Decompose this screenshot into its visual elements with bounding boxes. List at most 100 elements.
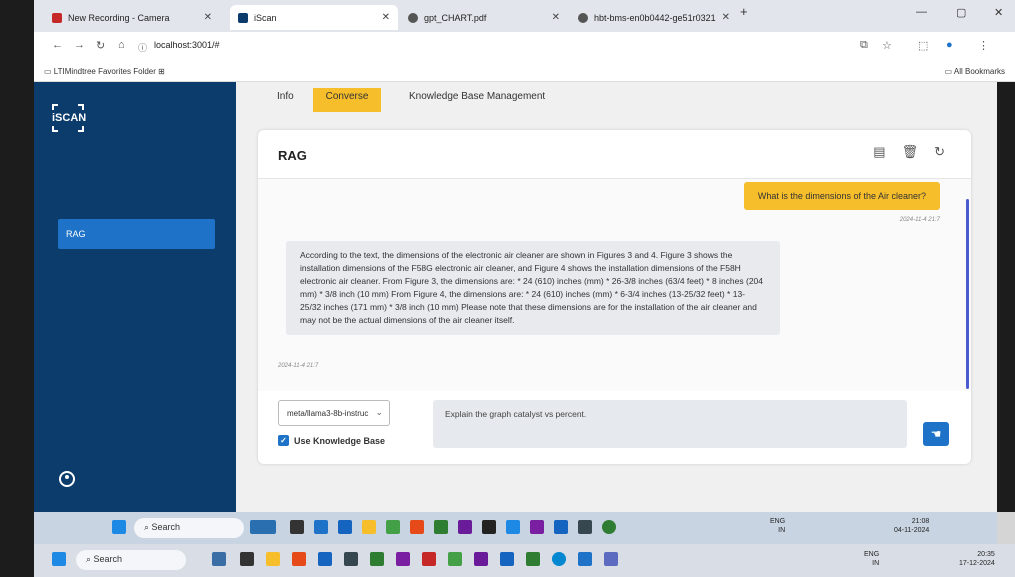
app-icon[interactable] (422, 552, 436, 566)
maximize-icon[interactable]: ▢ (956, 6, 966, 19)
tab-gpt-chart[interactable]: gpt_CHART.pdf ✕ (400, 5, 568, 30)
windows-start-icon[interactable] (112, 520, 126, 534)
tray-lang[interactable]: ENG IN (770, 517, 785, 535)
excel-icon[interactable] (526, 552, 540, 566)
tab-label: hbt-bms-en0b0442-ge51r0321 (594, 12, 716, 23)
taskbar-search[interactable]: ⌕ Search (134, 518, 244, 538)
tab-recording[interactable]: New Recording - Camera ✕ (44, 5, 220, 30)
clock-date: 17-12-2024 (959, 560, 995, 567)
region-label: IN (778, 527, 786, 534)
all-bookmarks[interactable]: ▭ All Bookmarks (945, 67, 1005, 76)
app-icon[interactable] (314, 520, 328, 534)
assistant-message: According to the text, the dimensions of… (286, 241, 780, 335)
close-icon[interactable]: ✕ (376, 12, 390, 23)
profile-icon[interactable]: ● (946, 39, 953, 51)
refresh-icon[interactable]: ↻ (934, 144, 945, 160)
main-content: Info Converse Knowledge Base Management … (236, 82, 997, 512)
folder-icon[interactable] (362, 520, 376, 534)
teams-icon[interactable] (396, 552, 410, 566)
app-icon[interactable] (318, 552, 332, 566)
trash-icon[interactable]: 🗑 (902, 144, 919, 160)
lang-label: ENG (770, 518, 786, 525)
tray-lang[interactable]: ENG IN (864, 550, 879, 568)
app-icon[interactable] (434, 520, 448, 534)
vscode-icon[interactable] (500, 552, 514, 566)
message-timestamp: 2024-11-4 21:7 (899, 217, 940, 223)
window-close-icon[interactable]: ✕ (994, 6, 1003, 19)
chrome-icon[interactable] (292, 552, 306, 566)
forward-icon[interactable]: → (74, 39, 85, 51)
message-input[interactable]: Explain the graph catalyst vs percent. (433, 400, 907, 448)
checkbox-label: Use Knowledge Base (294, 435, 386, 446)
app-icon[interactable] (448, 552, 462, 566)
app-icon[interactable] (474, 552, 488, 566)
address-bar: ← → ↻ ⌂ ⓘ localhost:3001/# ⧉ ☆ ⬚ ● ⋮ (34, 32, 1015, 60)
tab-converse[interactable]: Converse (313, 88, 381, 112)
vscode-icon[interactable] (554, 520, 568, 534)
url-field[interactable]: localhost:3001/# (154, 40, 220, 50)
app-icon[interactable] (344, 552, 358, 566)
app-icon[interactable] (604, 552, 618, 566)
app-icon[interactable] (338, 520, 352, 534)
tab-label: New Recording - Camera (68, 12, 170, 23)
checkbox-checked-icon[interactable]: ✓ (278, 435, 289, 446)
app-icon[interactable] (290, 520, 304, 534)
clock-time: 21:08 (911, 518, 930, 525)
tab-info[interactable]: Info (271, 88, 300, 112)
bookmarks-bar: ▭ LTIMindtree Favorites Folder ⊞ ▭ All B… (34, 60, 1015, 82)
hand-pointer-icon: ☚ (930, 427, 942, 441)
app-icon[interactable] (386, 520, 400, 534)
menu-icon[interactable]: ⋮ (978, 39, 989, 52)
folder-icon[interactable] (266, 552, 280, 566)
left-edge (0, 0, 34, 577)
windows-start-icon[interactable] (52, 552, 66, 566)
reload-icon[interactable]: ↻ (96, 39, 105, 52)
bookmark-folder[interactable]: ▭ LTIMindtree Favorites Folder ⊞ (44, 67, 165, 76)
home-icon[interactable]: ⌂ (118, 39, 125, 51)
app-icon[interactable] (578, 520, 592, 534)
screen: New Recording - Camera ✕ iScan ✕ gpt_CHA… (0, 0, 1015, 577)
chrome-icon[interactable] (410, 520, 424, 534)
info-icon[interactable]: ⓘ (138, 41, 147, 54)
edge-icon[interactable] (552, 552, 566, 566)
user-avatar-icon[interactable] (59, 471, 75, 487)
taskbar-search[interactable]: ⌕ Search (76, 550, 186, 570)
close-icon[interactable]: ✕ (198, 12, 212, 23)
tray-clock[interactable]: 21:08 04-11-2024 (894, 517, 929, 535)
use-kb-checkbox[interactable]: ✓ Use Knowledge Base (278, 435, 385, 446)
close-icon[interactable]: ✕ (546, 12, 560, 23)
chevron-down-icon: ⌄ (375, 407, 383, 417)
app-icon[interactable] (506, 520, 520, 534)
tray-clock[interactable]: 20:35 17-12-2024 (959, 550, 995, 568)
app-icon[interactable] (370, 552, 384, 566)
app-icon[interactable] (602, 520, 616, 534)
document-icon[interactable]: ▤ (873, 144, 885, 160)
chat-messages: What is the dimensions of the Air cleane… (258, 179, 971, 391)
close-icon[interactable]: ✕ (716, 12, 730, 23)
model-select[interactable]: meta/llama3-8b-instruc ⌄ (278, 400, 390, 426)
star-icon[interactable]: ☆ (882, 39, 892, 52)
send-button[interactable]: ☚ (923, 422, 949, 446)
tab-knowledge-base[interactable]: Knowledge Base Management (403, 88, 551, 112)
chat-scrollbar[interactable] (966, 199, 969, 389)
app-icon[interactable] (240, 552, 254, 566)
app-icon[interactable] (250, 520, 276, 534)
app-icon[interactable] (212, 552, 226, 566)
tab-hbt[interactable]: hbt-bms-en0b0442-ge51r0321 ✕ (570, 5, 734, 30)
sidebar-item-rag[interactable]: RAG (58, 219, 215, 249)
extensions-icon[interactable]: ⬚ (918, 39, 928, 52)
camera-icon (52, 12, 62, 23)
install-icon[interactable]: ⧉ (860, 39, 868, 52)
globe-icon (408, 12, 418, 23)
app-icon[interactable] (458, 520, 472, 534)
back-icon[interactable]: ← (52, 39, 63, 51)
app-icon[interactable] (578, 552, 592, 566)
logo-text: iSCAN (52, 112, 87, 124)
user-message: What is the dimensions of the Air cleane… (743, 182, 940, 210)
minimize-icon[interactable]: — (916, 6, 927, 18)
new-tab-icon[interactable]: + (740, 4, 748, 19)
teams-icon[interactable] (530, 520, 544, 534)
tab-label: iScan (254, 12, 277, 23)
tab-iscan[interactable]: iScan ✕ (230, 5, 398, 30)
app-icon[interactable] (482, 520, 496, 534)
